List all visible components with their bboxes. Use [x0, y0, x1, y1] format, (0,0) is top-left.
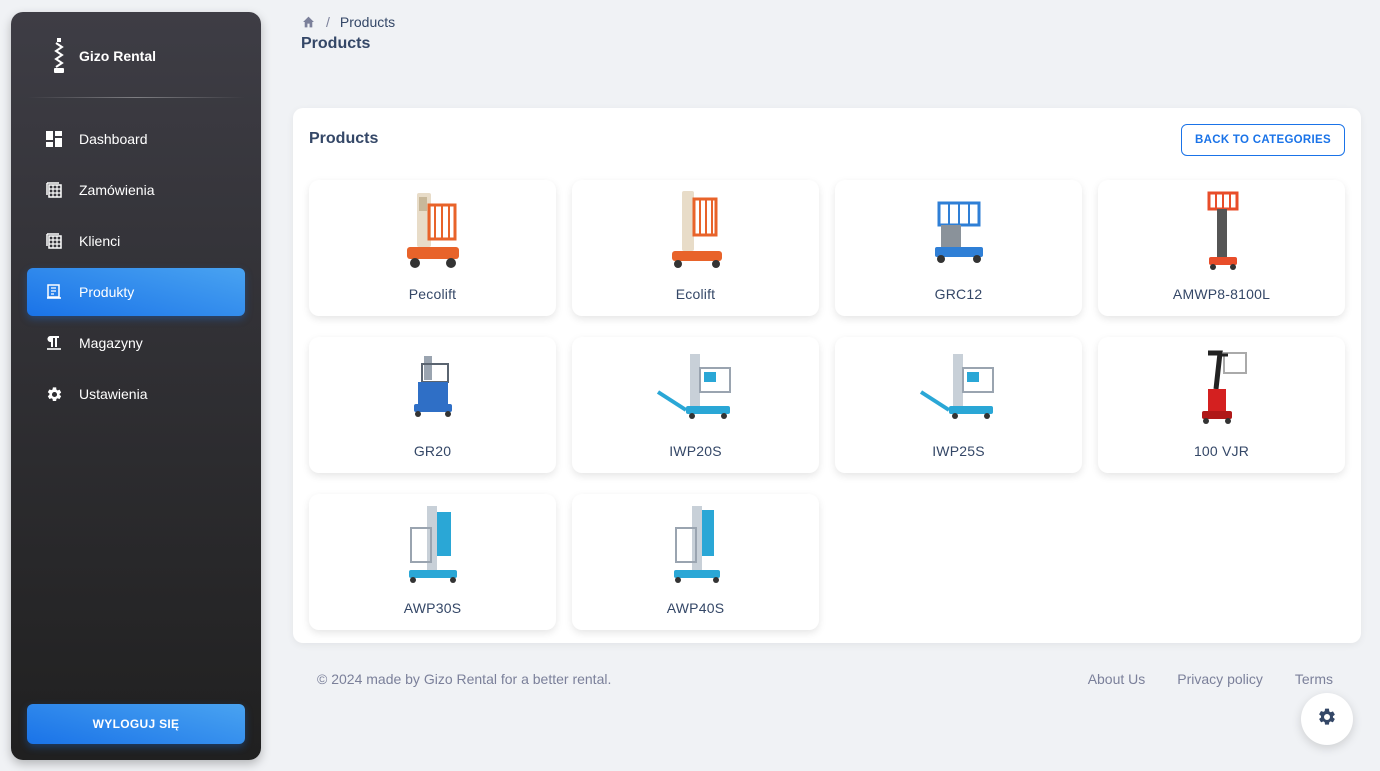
- back-to-categories-button[interactable]: BACK TO CATEGORIES: [1181, 124, 1345, 156]
- footer-link-about[interactable]: About Us: [1088, 671, 1146, 687]
- sidebar-item-label: Magazyny: [79, 335, 143, 351]
- product-name: AWP30S: [403, 600, 462, 616]
- product-card[interactable]: 100 VJR: [1098, 337, 1345, 473]
- sidebar-item-label: Ustawienia: [79, 386, 148, 402]
- product-name: AMWP8-8100L: [1172, 286, 1271, 302]
- sidebar-item-magazyny[interactable]: Magazyny: [27, 319, 245, 367]
- product-image: [393, 345, 473, 429]
- product-name: Ecolift: [675, 286, 716, 302]
- breadcrumb-current: Products: [339, 14, 396, 30]
- page-title: Products: [301, 35, 371, 52]
- product-grid: Pecolift Ecolift GRC12 AMWP8-8100L GR20 …: [309, 180, 1345, 630]
- product-card[interactable]: Pecolift: [309, 180, 556, 316]
- brand-logo-icon: [51, 36, 67, 76]
- sidebar-item-klienci[interactable]: Klienci: [27, 217, 245, 265]
- format-paragraph-icon: [45, 334, 63, 352]
- logout-button[interactable]: WYLOGUJ SIĘ: [27, 704, 245, 744]
- product-image: [393, 502, 473, 586]
- product-name: AWP40S: [666, 600, 725, 616]
- product-card[interactable]: IWP20S: [572, 337, 819, 473]
- product-name: IWP20S: [669, 443, 722, 459]
- sidebar-item-dashboard[interactable]: Dashboard: [27, 115, 245, 163]
- sidebar-nav: Dashboard Zamówienia Klienci Produkty Ma…: [27, 115, 245, 421]
- product-image: [919, 345, 999, 429]
- dashboard-icon: [45, 130, 63, 148]
- product-name: Pecolift: [408, 286, 457, 302]
- home-icon[interactable]: [302, 15, 316, 29]
- products-card: Products BACK TO CATEGORIES Pecolift Eco…: [293, 108, 1361, 643]
- product-name: IWP25S: [932, 443, 985, 459]
- sidebar-item-label: Dashboard: [79, 131, 148, 147]
- sidebar-item-ustawienia[interactable]: Ustawienia: [27, 370, 245, 418]
- product-image: [656, 502, 736, 586]
- product-card[interactable]: AWP40S: [572, 494, 819, 630]
- product-card[interactable]: AMWP8-8100L: [1098, 180, 1345, 316]
- product-card[interactable]: IWP25S: [835, 337, 1082, 473]
- breadcrumb: / Products: [302, 13, 395, 31]
- sidebar-item-label: Produkty: [79, 284, 135, 300]
- product-image: [656, 188, 736, 272]
- product-card[interactable]: GR20: [309, 337, 556, 473]
- product-name: GRC12: [934, 286, 983, 302]
- table-icon: [45, 181, 63, 199]
- footer-links: About Us Privacy policy Terms: [1088, 671, 1333, 687]
- sidebar-divider: [27, 97, 245, 98]
- sidebar-item-produkty[interactable]: Produkty: [27, 268, 245, 316]
- product-name: GR20: [413, 443, 452, 459]
- sidebar-item-zamowienia[interactable]: Zamówienia: [27, 166, 245, 214]
- brand[interactable]: Gizo Rental: [51, 36, 156, 76]
- product-card[interactable]: AWP30S: [309, 494, 556, 630]
- product-image: [1182, 345, 1262, 429]
- settings-fab-button[interactable]: [1301, 693, 1353, 745]
- table-icon: [45, 232, 63, 250]
- product-name: 100 VJR: [1193, 443, 1250, 459]
- copyright-text: © 2024 made by Gizo Rental for a better …: [317, 671, 612, 687]
- card-title: Products: [309, 130, 379, 147]
- product-card[interactable]: Ecolift: [572, 180, 819, 316]
- product-image: [656, 345, 736, 429]
- footer-link-privacy[interactable]: Privacy policy: [1177, 671, 1263, 687]
- footer-link-terms[interactable]: Terms: [1295, 671, 1333, 687]
- gear-icon: [1317, 707, 1337, 732]
- sidebar-item-label: Klienci: [79, 233, 121, 249]
- product-card[interactable]: GRC12: [835, 180, 1082, 316]
- sidebar-item-label: Zamówienia: [79, 182, 155, 198]
- product-image: [1182, 188, 1262, 272]
- product-image: [919, 188, 999, 272]
- brand-name: Gizo Rental: [79, 48, 157, 64]
- breadcrumb-separator: /: [326, 14, 330, 30]
- receipt-icon: [45, 283, 63, 301]
- sidebar: Gizo Rental Dashboard Zamówienia Klienci: [11, 12, 261, 760]
- gear-icon: [45, 385, 63, 403]
- product-image: [393, 188, 473, 272]
